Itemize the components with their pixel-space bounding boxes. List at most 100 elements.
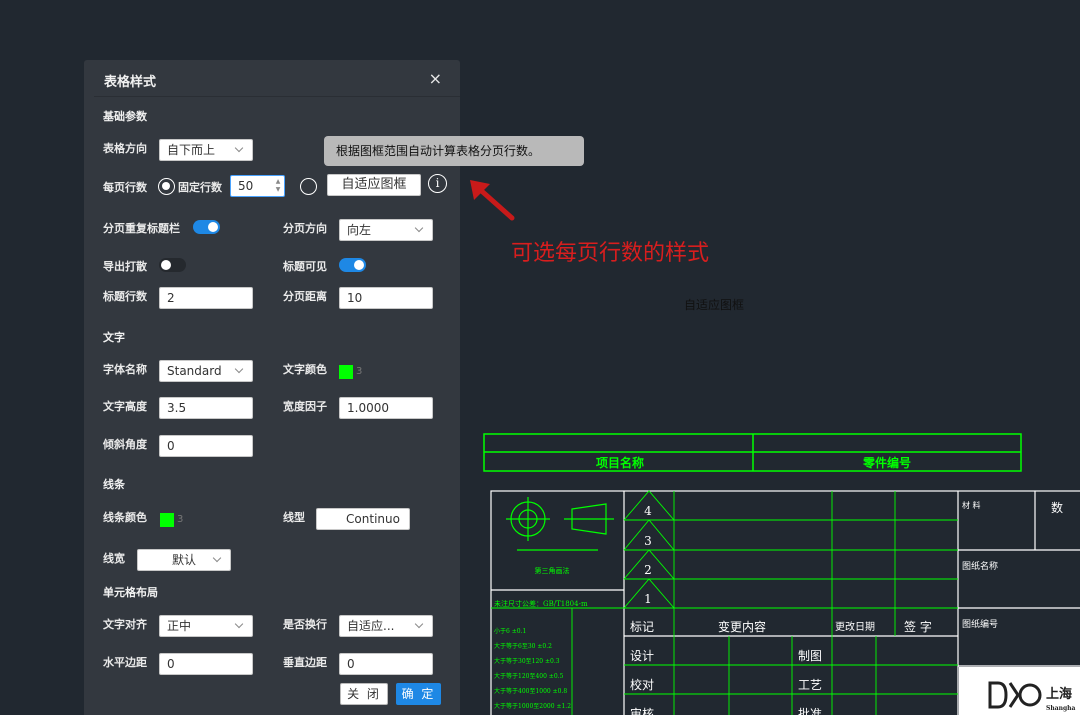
tolerance-item: 大于等于30至120 ±0.3 xyxy=(494,657,560,665)
export-print-toggle[interactable] xyxy=(159,258,186,272)
export-print-label: 导出打散 xyxy=(103,260,147,273)
width-factor-input[interactable]: 1.0000 xyxy=(339,397,433,419)
line-type-label: 线型 xyxy=(283,511,305,524)
logo-subtext: Shangha xyxy=(1046,705,1076,712)
slant-input[interactable]: 0 xyxy=(159,435,253,457)
sign-drawing: 制图 xyxy=(798,649,822,663)
adaptive-radio[interactable] xyxy=(300,178,317,195)
sign-process: 工艺 xyxy=(798,678,822,692)
toggle-knob xyxy=(208,222,218,232)
close-button[interactable]: 关 闭 xyxy=(340,683,388,705)
material-label: 材 料 xyxy=(962,500,981,510)
wrap-select[interactable]: 自适应... xyxy=(339,615,433,637)
text-color-swatch[interactable] xyxy=(339,365,353,379)
title-rows-input[interactable]: 2 xyxy=(159,287,253,309)
tolerance-item: 大于等于1000至2000 ±1.2 xyxy=(494,702,571,710)
right-block: 材 料 数 图纸名称 图纸编号 xyxy=(962,500,1063,630)
direction-label: 表格方向 xyxy=(103,142,147,155)
adaptive-frame-button[interactable]: 自适应图框 xyxy=(327,174,421,196)
sign-check: 校对 xyxy=(630,677,654,692)
page-distance-label: 分页距离 xyxy=(283,290,327,303)
repeat-header-label: 分页重复标题栏 xyxy=(103,222,180,235)
sign-review: 审核 xyxy=(630,706,654,715)
line-color-label: 线条颜色 xyxy=(103,511,147,524)
company-logo: 上海 Shangha xyxy=(959,667,1080,715)
tolerance-item: 大于等于400至1000 ±0.8 xyxy=(494,687,567,695)
header-sign: 签 字 xyxy=(904,619,932,634)
spinner-icon[interactable]: ▲ ▼ xyxy=(274,178,282,194)
line-type-button[interactable]: Continuo xyxy=(316,508,410,530)
line-width-label: 线宽 xyxy=(103,552,125,565)
fixed-rows-label: 固定行数 xyxy=(178,181,222,194)
section-cell-layout: 单元格布局 xyxy=(103,586,158,599)
fixed-rows-input[interactable]: 50 ▲ ▼ xyxy=(230,175,285,197)
header-mark: 标记 xyxy=(630,620,654,634)
ok-button[interactable]: 确 定 xyxy=(396,683,441,705)
h-margin-label: 水平边距 xyxy=(103,656,147,669)
rows-per-page-label: 每页行数 xyxy=(103,181,147,194)
page-distance-input[interactable]: 10 xyxy=(339,287,433,309)
v-margin-input[interactable]: 0 xyxy=(339,653,433,675)
fixed-rows-radio[interactable] xyxy=(158,178,175,195)
sign-design: 设计 xyxy=(630,649,654,663)
page-direction-select[interactable]: 向左 xyxy=(339,219,433,241)
text-color-index: 3 xyxy=(356,366,363,377)
tolerance-item: 大于等于6至30 ±0.2 xyxy=(494,642,552,650)
cad-drawing: 项目名称 零件编号 第三角画法 未注尺寸公差：GB/T1804-m 小于6 ±0… xyxy=(483,433,1080,715)
tolerance-title: 未注尺寸公差：GB/T1804-m xyxy=(494,599,588,608)
sign-approve: 批准 xyxy=(798,706,822,715)
section-basic: 基础参数 xyxy=(103,110,147,123)
fixed-rows-value: 50 xyxy=(238,179,254,193)
annotation-text: 可选每页行数的样式 xyxy=(511,241,710,266)
tolerance-list: 小于6 ±0.1 大于等于6至30 ±0.2 大于等于30至120 ±0.3 大… xyxy=(494,627,571,710)
direction-select[interactable]: 自下而上 xyxy=(159,139,253,161)
text-height-label: 文字高度 xyxy=(103,400,147,413)
font-name-select[interactable]: Standard xyxy=(159,360,253,382)
text-align-select[interactable]: 正中 xyxy=(159,615,253,637)
dialog-title: 表格样式 xyxy=(104,75,157,90)
projection-caption: 第三角画法 xyxy=(535,566,570,575)
toggle-knob xyxy=(354,260,364,270)
header-project-name: 项目名称 xyxy=(596,455,644,470)
h-margin-input[interactable]: 0 xyxy=(159,653,253,675)
line-color-swatch[interactable] xyxy=(160,513,174,527)
row-numbers: 4 3 2 1 xyxy=(644,504,652,606)
title-visible-toggle[interactable] xyxy=(339,258,366,272)
header-part-number: 零件编号 xyxy=(862,455,911,470)
sign-rows: 设计 校对 审核 制图 工艺 批准 xyxy=(630,649,822,715)
row-number: 4 xyxy=(644,504,652,518)
row-number: 3 xyxy=(644,534,652,548)
line-color-index: 3 xyxy=(177,514,184,525)
rows-tooltip: 根据图框范围自动计算表格分页行数。 xyxy=(324,136,584,166)
title-visible-label: 标题可见 xyxy=(283,260,327,273)
title-rows-label: 标题行数 xyxy=(103,290,147,303)
close-icon[interactable]: × xyxy=(429,69,442,88)
red-arrow-icon xyxy=(470,180,515,221)
row-number: 1 xyxy=(644,592,652,606)
drawing-number-label: 图纸编号 xyxy=(962,618,998,630)
v-margin-label: 垂直边距 xyxy=(283,656,327,669)
section-lines: 线条 xyxy=(103,478,125,491)
drawing-name-label: 图纸名称 xyxy=(962,560,998,572)
logo-text: 上海 xyxy=(1046,686,1072,702)
row-number: 2 xyxy=(644,563,652,577)
info-icon[interactable]: i xyxy=(428,174,447,193)
dialog-divider xyxy=(94,96,460,97)
slant-label: 倾斜角度 xyxy=(103,438,147,451)
wrap-label: 是否换行 xyxy=(283,618,327,631)
row-headers: 标记 变更内容 更改日期 签 字 xyxy=(630,619,932,634)
font-name-label: 字体名称 xyxy=(103,363,147,376)
text-align-label: 文字对齐 xyxy=(103,618,147,631)
repeat-header-toggle[interactable] xyxy=(193,220,220,234)
section-text: 文字 xyxy=(103,331,125,344)
canvas-adaptive-label: 自适应图框 xyxy=(684,298,745,312)
quantity-label: 数 xyxy=(1051,500,1063,515)
header-change: 变更内容 xyxy=(718,619,766,634)
page-direction-label: 分页方向 xyxy=(283,222,327,235)
tolerance-item: 小于6 ±0.1 xyxy=(494,627,526,635)
width-factor-label: 宽度因子 xyxy=(283,400,327,413)
line-width-select[interactable]: 默认 xyxy=(137,549,231,571)
projection-symbol-icon xyxy=(506,497,614,551)
toggle-knob xyxy=(161,260,171,270)
text-height-input[interactable]: 3.5 xyxy=(159,397,253,419)
